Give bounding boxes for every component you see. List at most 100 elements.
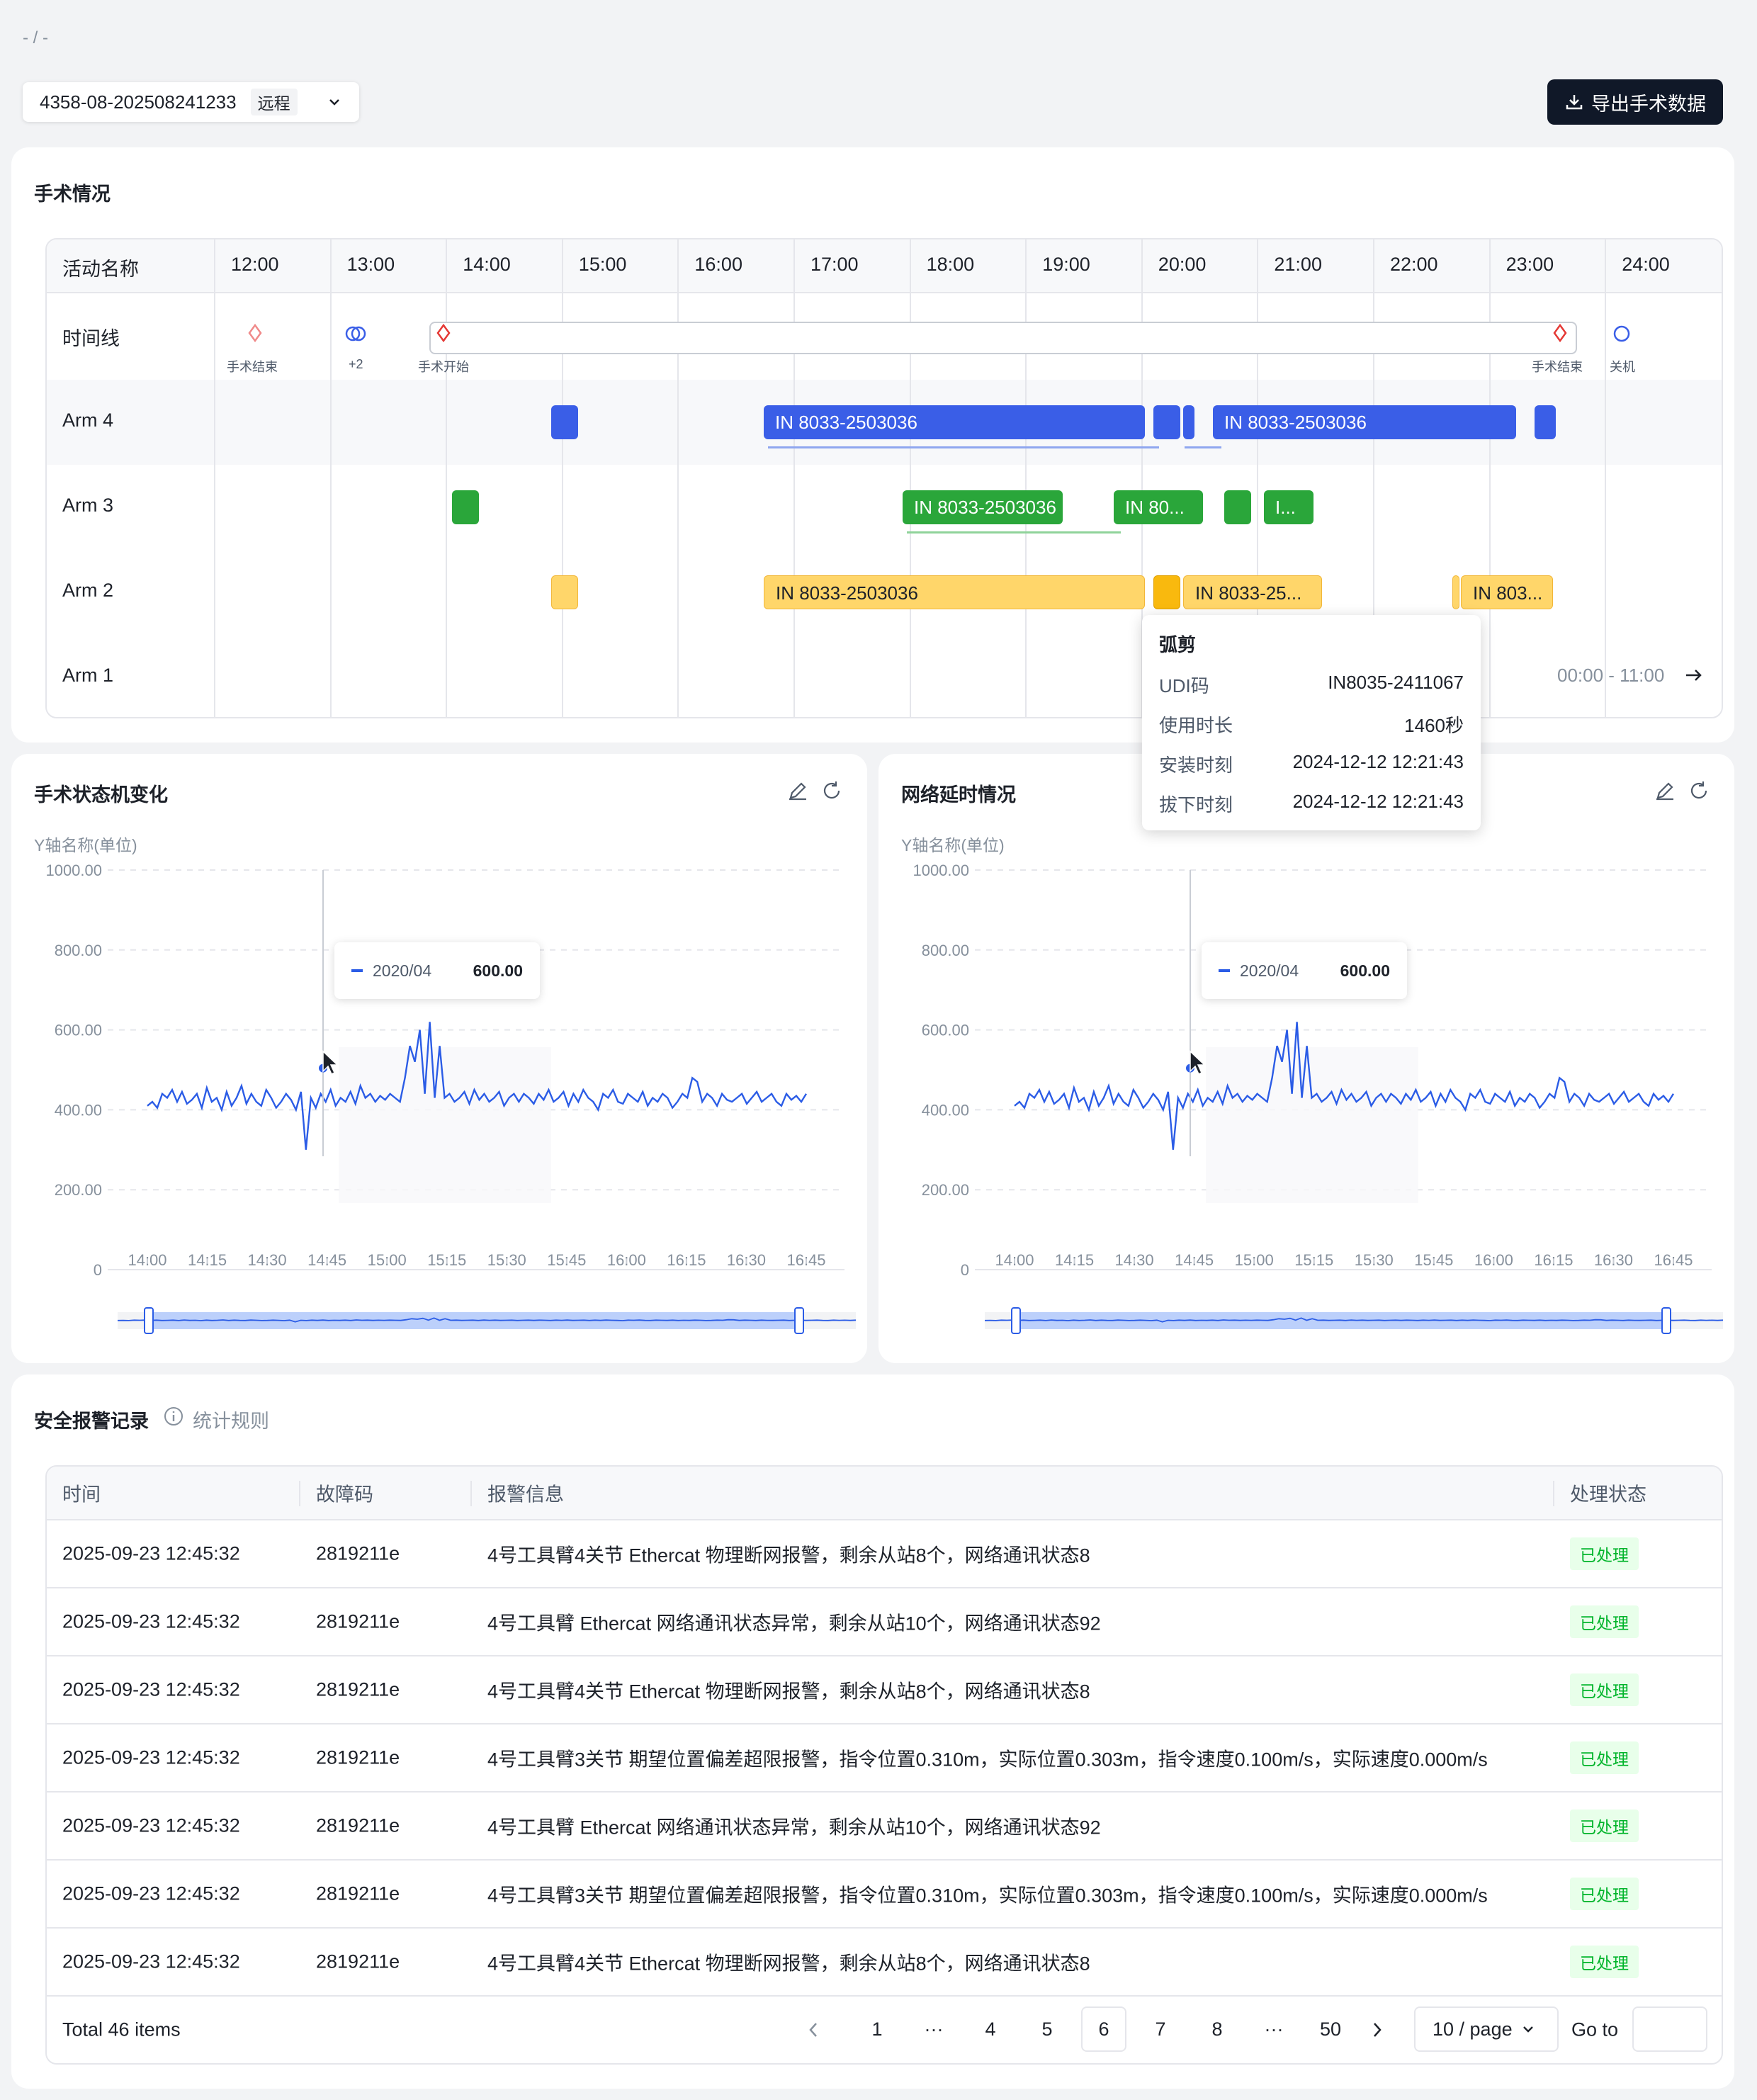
arm2-bar[interactable] bbox=[551, 575, 578, 609]
multi-event-icon[interactable] bbox=[344, 324, 368, 343]
surgery-end2-icon[interactable] bbox=[1552, 323, 1569, 343]
y-tick-label: 200.00 bbox=[55, 1181, 102, 1199]
arm2-bar[interactable]: IN 8033-2503036 bbox=[764, 575, 1145, 609]
page-item[interactable]: 4 bbox=[968, 2006, 1013, 2052]
next-page-icon[interactable] bbox=[1369, 2019, 1386, 2040]
arm3-bar[interactable]: IN 80... bbox=[1114, 490, 1203, 524]
arm3-bar[interactable]: IN 8033-2503036 bbox=[903, 490, 1063, 524]
table-row[interactable]: 2025-09-23 12:45:32 2819211e 4号工具臂3关节 期望… bbox=[47, 1861, 1722, 1929]
row-arm4: Arm 4 bbox=[62, 410, 114, 431]
download-icon bbox=[1566, 95, 1583, 110]
timeline-header bbox=[47, 239, 1722, 293]
instrument-tooltip: 弧剪 UDI码 IN8035-2411067 使用时长 1460秒 安装时刻 2024… bbox=[1142, 615, 1481, 830]
grid-vline bbox=[214, 239, 215, 717]
grid-vline bbox=[446, 239, 448, 717]
cell-code: 2819211e bbox=[316, 1542, 400, 1564]
info-icon[interactable] bbox=[163, 1406, 184, 1427]
cell-time: 2025-09-23 12:45:32 bbox=[62, 1951, 240, 1972]
surgery-span[interactable] bbox=[429, 322, 1577, 354]
x-tick-label: 14:45 bbox=[1175, 1251, 1214, 1269]
grid-vline bbox=[677, 239, 679, 717]
arrow-right-icon[interactable] bbox=[1683, 665, 1705, 686]
arm4-bar[interactable] bbox=[1153, 405, 1180, 439]
arm4-bar[interactable] bbox=[551, 405, 578, 439]
table-row[interactable]: 2025-09-23 12:45:32 2819211e 4号工具臂4关节 Et… bbox=[47, 1929, 1722, 1997]
zoom-handle-left bbox=[1011, 1307, 1021, 1334]
power-off-icon[interactable] bbox=[1612, 324, 1631, 343]
x-tick-label: 16:00 bbox=[1474, 1251, 1513, 1269]
page-item[interactable]: 7 bbox=[1138, 2006, 1183, 2052]
page-item[interactable]: 5 bbox=[1024, 2006, 1070, 2052]
export-button[interactable]: 导出手术数据 bbox=[1547, 79, 1723, 125]
arm4-bar[interactable]: IN 8033-2503036 bbox=[1213, 405, 1516, 439]
marker-label-start: 手术开始 bbox=[418, 360, 469, 374]
tooltip-title: 弧剪 bbox=[1159, 634, 1197, 655]
arm2-bar[interactable]: IN 8033-25... bbox=[1183, 575, 1322, 609]
stat-rule-link[interactable]: 统计规则 bbox=[193, 1406, 269, 1433]
x-tick-label: 16:30 bbox=[1594, 1251, 1633, 1269]
y-tick-label: 1000.00 bbox=[45, 862, 102, 879]
table-row[interactable]: 2025-09-23 12:45:32 2819211e 4号工具臂4关节 Et… bbox=[47, 1656, 1722, 1724]
page-current[interactable]: 6 bbox=[1081, 2006, 1126, 2052]
tooltip-row: UDI码 IN8035-2411067 bbox=[1159, 672, 1464, 696]
page-item[interactable]: ··· bbox=[1251, 2006, 1296, 2052]
table-row[interactable]: 2025-09-23 12:45:32 2819211e 4号工具臂 Ether… bbox=[47, 1793, 1722, 1861]
row-arm2: Arm 2 bbox=[62, 580, 114, 601]
grid-vline bbox=[909, 239, 911, 717]
arm3-bar[interactable] bbox=[1224, 490, 1251, 524]
col-divider bbox=[1553, 1481, 1554, 1506]
page-item[interactable]: 8 bbox=[1194, 2006, 1240, 2052]
x-tick-label: 15:15 bbox=[1294, 1251, 1333, 1269]
cell-code: 2819211e bbox=[316, 1814, 400, 1836]
arm4-bar[interactable] bbox=[1183, 405, 1194, 439]
hour-label: 19:00 bbox=[1042, 254, 1090, 275]
x-tick-label: 16:00 bbox=[607, 1251, 646, 1269]
table-row[interactable]: 2025-09-23 12:45:32 2819211e 4号工具臂4关节 Et… bbox=[47, 1520, 1722, 1588]
page-item[interactable]: 50 bbox=[1308, 2006, 1353, 2052]
table-row[interactable]: 2025-09-23 12:45:32 2819211e 4号工具臂3关节 期望… bbox=[47, 1724, 1722, 1793]
x-tick-label: 14:45 bbox=[307, 1251, 346, 1269]
cell-time: 2025-09-23 12:45:32 bbox=[62, 1882, 240, 1904]
arm3-bar[interactable] bbox=[452, 490, 479, 524]
hover-band bbox=[1206, 1047, 1418, 1203]
breadcrumb[interactable]: - / - bbox=[23, 28, 48, 48]
cell-code: 2819211e bbox=[316, 1882, 400, 1904]
network-line-chart[interactable]: 1000.00 800.00 600.00 400.00 200.00 0 14:00 14:… bbox=[878, 754, 1734, 1363]
col-status: 处理状态 bbox=[1570, 1484, 1646, 1506]
arm2-bar[interactable] bbox=[1452, 575, 1459, 609]
alarm-table: 时间 故障码 报警信息 处理状态 2025-09-23 12:45:32 281… bbox=[45, 1465, 1723, 2065]
col-code: 故障码 bbox=[316, 1484, 373, 1506]
tooltip-row: 拔下时刻 2024-12-12 12:21:43 bbox=[1159, 791, 1464, 815]
arm4-bar[interactable] bbox=[1535, 405, 1556, 439]
case-select[interactable]: 4358-08-202508241233 远程 bbox=[23, 82, 359, 122]
table-row[interactable]: 2025-09-23 12:45:32 2819211e 4号工具臂 Ether… bbox=[47, 1588, 1722, 1656]
x-tick-label: 16:45 bbox=[786, 1251, 825, 1269]
y-tick-label: 600.00 bbox=[55, 1022, 102, 1039]
surgery-start-icon[interactable] bbox=[435, 323, 452, 343]
page-size-select[interactable]: 10 / page bbox=[1414, 2006, 1559, 2052]
prev-page-icon[interactable] bbox=[805, 2019, 822, 2040]
status-badge: 已处理 bbox=[1570, 1673, 1639, 1706]
arm2-bar[interactable]: IN 803... bbox=[1461, 575, 1553, 609]
cell-time: 2025-09-23 12:45:32 bbox=[62, 1678, 240, 1700]
state-line-chart[interactable]: 1000.00 800.00 600.00 400.00 200.00 0 14:00 14:… bbox=[11, 754, 867, 1363]
total-items: Total 46 items bbox=[62, 2019, 181, 2040]
arm4-bar[interactable]: IN 8033-2503036 bbox=[764, 405, 1145, 439]
goto-input[interactable] bbox=[1632, 2006, 1707, 2052]
export-label: 导出手术数据 bbox=[1591, 93, 1706, 115]
x-tick-label: 15:00 bbox=[1235, 1251, 1274, 1269]
col-divider bbox=[299, 1481, 300, 1506]
hour-label: 23:00 bbox=[1505, 254, 1554, 275]
arm2-bar-selected[interactable] bbox=[1153, 575, 1180, 609]
arm3-bar[interactable]: I... bbox=[1264, 490, 1313, 524]
y-tick-label: 0 bbox=[961, 1261, 969, 1279]
chart-tooltip: 2020/04 600.00 bbox=[334, 942, 540, 999]
marker-label-plus: +2 bbox=[349, 357, 363, 371]
y-tick-label: 800.00 bbox=[922, 942, 969, 959]
row-arm1: Arm 1 bbox=[62, 665, 114, 686]
page-item[interactable]: 1 bbox=[854, 2006, 900, 2052]
x-tick-label: 15:15 bbox=[427, 1251, 466, 1269]
page-item[interactable]: ··· bbox=[911, 2006, 956, 2052]
surgery-end-icon[interactable] bbox=[247, 323, 264, 343]
y-tick-label: 800.00 bbox=[55, 942, 102, 959]
